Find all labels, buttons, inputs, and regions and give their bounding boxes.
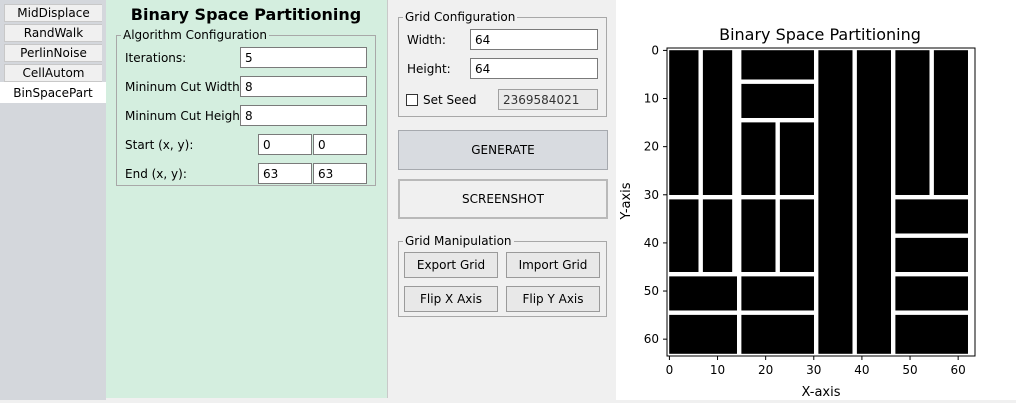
panel-title: Binary Space Partitioning xyxy=(130,5,362,24)
tab-cellautom[interactable]: CellAutom xyxy=(4,64,102,82)
import-grid-button[interactable]: Import Grid xyxy=(506,252,600,278)
y-tick-label: 20 xyxy=(644,140,659,154)
end-label: End (x, y): xyxy=(125,167,187,181)
x-tick-label: 30 xyxy=(806,363,821,377)
start-label: Start (x, y): xyxy=(125,138,194,152)
bsp-room-14 xyxy=(818,50,853,354)
grid-controls-column: Grid Configuration Width: Height: Set Se… xyxy=(388,0,616,400)
tab-binspacepart[interactable]: BinSpacePart xyxy=(0,82,106,103)
flip-x-axis-button[interactable]: Flip X Axis xyxy=(404,286,498,312)
grid-height-label: Height: xyxy=(407,62,451,76)
bsp-room-18 xyxy=(895,199,968,234)
start-y-input[interactable] xyxy=(313,134,367,155)
end-y-input[interactable] xyxy=(313,163,367,184)
tab-randwalk[interactable]: RandWalk xyxy=(4,24,102,42)
y-tick-label: 30 xyxy=(644,188,659,202)
x-tick-label: 0 xyxy=(666,363,674,377)
grid-height-input[interactable] xyxy=(470,58,598,79)
x-tick-label: 20 xyxy=(758,363,773,377)
set-seed-checkbox[interactable] xyxy=(406,94,418,106)
bsp-room-0 xyxy=(669,50,699,195)
y-tick-label: 40 xyxy=(644,236,659,250)
bsp-room-11 xyxy=(669,314,737,354)
export-grid-button[interactable]: Export Grid xyxy=(404,252,498,278)
bsp-room-2 xyxy=(741,50,814,80)
algorithm-tab-strip: MidDisplace RandWalk PerlinNoise CellAut… xyxy=(0,0,106,400)
y-tick-label: 0 xyxy=(651,43,659,57)
bsp-room-12 xyxy=(741,276,814,311)
bsp-room-16 xyxy=(895,50,930,195)
flip-y-axis-button[interactable]: Flip Y Axis xyxy=(506,286,600,312)
screenshot-button[interactable]: SCREENSHOT xyxy=(398,179,608,219)
bsp-room-6 xyxy=(669,199,699,272)
bsp-room-7 xyxy=(702,199,733,272)
start-x-input[interactable] xyxy=(258,134,312,155)
x-axis-label: X-axis xyxy=(802,385,841,400)
bsp-room-19 xyxy=(895,237,968,272)
min-cut-height-label: Mininum Cut Height: xyxy=(125,109,249,123)
tab-perlinnoise[interactable]: PerlinNoise xyxy=(4,44,102,62)
y-tick-label: 50 xyxy=(644,284,659,298)
bsp-room-21 xyxy=(895,314,968,354)
min-cut-width-input[interactable] xyxy=(240,76,367,97)
x-tick-label: 50 xyxy=(902,363,917,377)
x-tick-label: 60 xyxy=(951,363,966,377)
bsp-grid-chart: Binary Space Partitioning X-axis Y-axis … xyxy=(619,25,976,400)
grid-width-input[interactable] xyxy=(470,29,598,50)
bsp-room-15 xyxy=(856,50,891,354)
algorithm-configuration-legend: Algorithm Configuration xyxy=(123,28,267,42)
bsp-room-20 xyxy=(895,276,968,311)
bsp-room-3 xyxy=(741,83,814,118)
min-cut-height-input[interactable] xyxy=(240,105,367,126)
iterations-input[interactable] xyxy=(240,47,367,68)
set-seed-label: Set Seed xyxy=(423,93,477,107)
bsp-room-10 xyxy=(669,276,737,311)
bsp-room-17 xyxy=(933,50,968,195)
bsp-room-1 xyxy=(702,50,733,195)
y-tick-label: 60 xyxy=(644,332,659,346)
bsp-room-5 xyxy=(779,122,814,195)
generate-button[interactable]: GENERATE xyxy=(398,130,608,170)
x-tick-label: 10 xyxy=(710,363,725,377)
seed-input[interactable] xyxy=(498,89,598,110)
bsp-room-4 xyxy=(741,122,776,195)
grid-configuration-legend: Grid Configuration xyxy=(405,10,516,24)
min-cut-width-label: Mininum Cut Width: xyxy=(125,80,244,94)
grid-width-label: Width: xyxy=(407,33,446,47)
y-axis-label: Y-axis xyxy=(619,182,634,220)
grid-manipulation-legend: Grid Manipulation xyxy=(405,234,512,248)
end-x-input[interactable] xyxy=(258,163,312,184)
y-tick-label: 10 xyxy=(644,92,659,106)
iterations-label: Iterations: xyxy=(125,51,187,65)
bsp-room-8 xyxy=(741,199,776,272)
bsp-settings-panel: Binary Space Partitioning Algorithm Conf… xyxy=(106,0,388,398)
bsp-room-9 xyxy=(779,199,814,272)
x-tick-label: 40 xyxy=(854,363,869,377)
bsp-room-13 xyxy=(741,314,814,354)
chart-title: Binary Space Partitioning xyxy=(719,25,921,44)
tab-middisplace[interactable]: MidDisplace xyxy=(4,4,102,22)
bsp-plot-area: Binary Space Partitioning X-axis Y-axis … xyxy=(616,0,1016,400)
